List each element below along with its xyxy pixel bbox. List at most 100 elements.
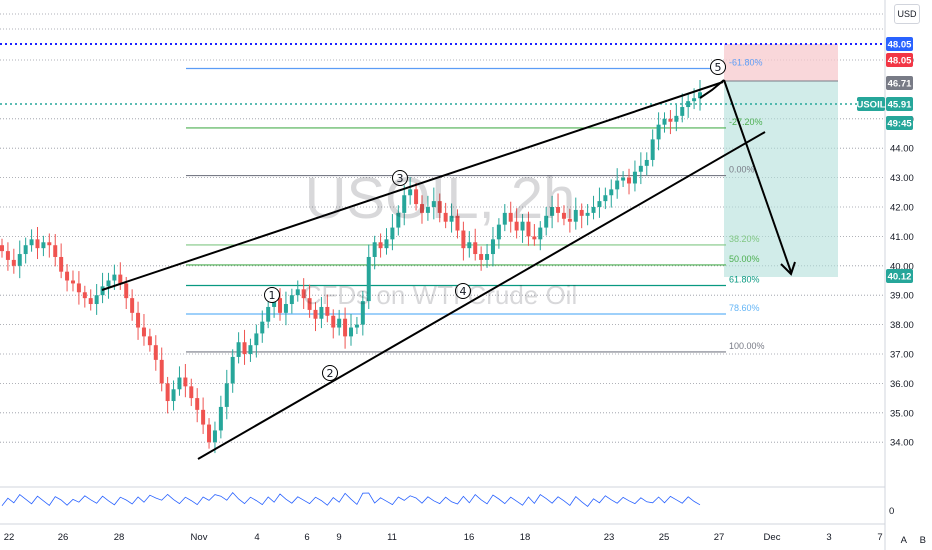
volume-indicator-line	[1, 491, 701, 507]
candle-body	[171, 389, 176, 402]
candle-body	[35, 239, 40, 249]
candle-body	[354, 324, 359, 328]
time-axis[interactable]: 22 26 28 Nov 4 6 9 11 16 18 23 25 27 Dec 3 7	[4, 532, 883, 543]
time-tick: 16	[464, 532, 475, 543]
candle-body	[236, 342, 241, 357]
candle-body	[53, 245, 58, 257]
currency-button[interactable]: USD	[894, 4, 920, 24]
candle-body	[638, 165, 643, 172]
candle-body	[136, 312, 141, 328]
price-tick: 37.00	[890, 350, 914, 361]
candle-body	[289, 295, 294, 305]
candle-body	[603, 195, 608, 202]
candle-body	[644, 159, 649, 166]
time-tick: 18	[520, 532, 531, 543]
candle-body	[230, 356, 235, 384]
candle-body	[331, 315, 336, 328]
time-tick: 3	[826, 532, 831, 543]
candle-body	[650, 139, 655, 160]
fib-level-label: 38.20%	[729, 234, 760, 244]
candle-body	[41, 242, 46, 249]
price-tag: 45.91	[888, 100, 912, 111]
candle-body	[295, 289, 300, 296]
log-scale-button[interactable]: B	[920, 535, 926, 546]
candle-body	[130, 298, 135, 313]
candle-body	[668, 118, 673, 122]
time-tick: 26	[58, 532, 69, 543]
candle-body	[141, 327, 146, 337]
time-tick: 22	[4, 532, 15, 543]
candle-body	[680, 107, 685, 116]
auto-scale-button[interactable]: A	[901, 535, 907, 546]
svg-text:5: 5	[715, 61, 722, 74]
candle-body	[59, 256, 64, 272]
candle-body	[70, 280, 75, 284]
price-tag: 48.05	[888, 56, 912, 67]
candle-body	[218, 406, 223, 431]
candle-body	[283, 304, 288, 313]
price-tag: 40.12	[888, 272, 912, 283]
candle-body	[242, 342, 247, 354]
candle-body	[656, 124, 661, 140]
candle-body	[313, 309, 318, 319]
candle-body	[76, 283, 81, 293]
price-tick: 43.00	[890, 173, 914, 184]
candle-body	[609, 189, 614, 196]
candle-body	[349, 327, 353, 337]
candle-body	[662, 118, 667, 125]
candle-body	[29, 239, 34, 246]
profit-target-zone	[724, 81, 838, 277]
candle-body	[11, 259, 16, 266]
watermark-description: CFDs on WTI Crude Oil	[303, 280, 578, 310]
candle-body	[579, 209, 584, 216]
time-tick: 11	[387, 532, 397, 543]
candle-body	[692, 98, 697, 102]
candle-body	[189, 386, 194, 399]
candle-body	[124, 283, 129, 299]
time-tick: 28	[114, 532, 125, 543]
price-chart[interactable]: -61.80% -27.20% 0.00% 38.20% 50.00% 61.80% 78.…	[0, 0, 932, 550]
fib-level-label: 61.80%	[729, 274, 760, 284]
volume-zero-label: 0	[889, 506, 894, 517]
candles	[0, 79, 702, 454]
candle-body	[106, 280, 111, 287]
candle-body	[17, 254, 22, 266]
candle-body	[467, 242, 472, 249]
candle-body	[479, 254, 484, 260]
candle-body	[112, 274, 117, 281]
time-tick: 25	[659, 532, 670, 543]
candle-body	[88, 298, 93, 305]
candle-body	[207, 424, 212, 443]
price-axis[interactable]: 47.0045.0044.0043.0042.0041.0040.0039.00…	[890, 56, 914, 449]
time-tick: Nov	[191, 532, 208, 543]
price-tick: 34.00	[890, 438, 914, 449]
candle-body	[621, 177, 626, 181]
fib-level-label: 50.00%	[729, 254, 760, 264]
candle-body	[461, 230, 466, 249]
candle-body	[260, 321, 265, 334]
time-tick: Dec	[764, 532, 781, 543]
svg-text:2: 2	[327, 367, 334, 380]
candle-body	[165, 383, 170, 402]
wave-5-marker: 5	[710, 59, 726, 75]
candle-body	[118, 274, 123, 284]
candle-body	[147, 336, 152, 346]
candle-body	[248, 345, 253, 354]
candle-body	[343, 318, 348, 337]
candle-body	[82, 292, 87, 299]
price-tick: 38.00	[890, 320, 914, 331]
wave-1-marker: 1	[264, 287, 280, 303]
candle-body	[278, 298, 283, 313]
candle-body	[159, 359, 164, 384]
candle-body	[254, 333, 259, 346]
candle-body	[65, 271, 70, 281]
candle-body	[532, 236, 537, 240]
candle-body	[627, 177, 632, 184]
candle-body	[372, 242, 377, 257]
candle-body	[490, 239, 495, 255]
candle-body	[384, 239, 389, 249]
price-tag: 49:45	[887, 119, 912, 130]
fib-level-label: -61.80%	[729, 58, 763, 68]
fib-level-label: 0.00%	[729, 165, 755, 175]
price-tags: 48.05 48.05 46.71 45.91 49:45 40.12	[886, 37, 913, 283]
